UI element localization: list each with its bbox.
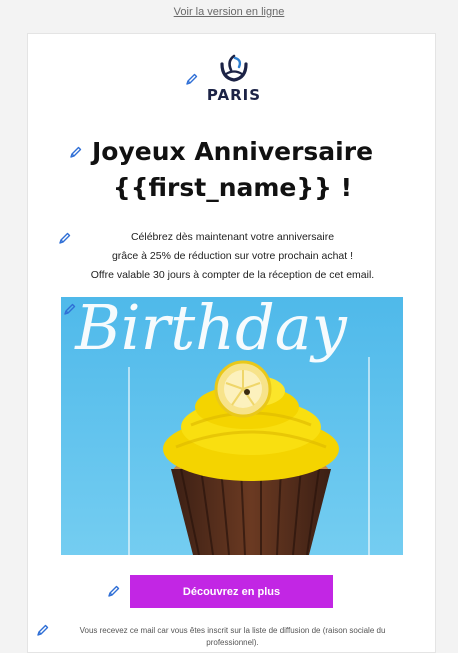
logo-wordmark: PARIS <box>206 86 262 104</box>
headline-line-2: {{first_name}} ! <box>112 173 353 202</box>
footer-disclaimer: Vous recevez ce mail car vous êtes inscr… <box>79 626 386 647</box>
body-line-2: grâce à 25% de réduction sur votre proch… <box>111 250 354 262</box>
headline: Joyeux Anniversaire {{first_name}} ! <box>58 134 407 206</box>
hero-cupcake-image: Birthday <box>61 297 403 555</box>
paris-logo: PARIS <box>204 52 264 104</box>
edit-footer-pencil-icon[interactable] <box>36 623 50 637</box>
paris-boat-logo-icon <box>220 54 248 82</box>
body-line-1: Célébrez dès maintenant votre anniversai… <box>130 231 335 243</box>
email-card: PARIS Joyeux Anniversaire {{first_name}}… <box>27 33 436 653</box>
view-online-link[interactable]: Voir la version en ligne <box>0 6 458 18</box>
discover-more-button[interactable]: Découvrez en plus <box>130 575 333 608</box>
edit-logo-pencil-icon[interactable] <box>185 72 199 86</box>
hero-script-text: Birthday <box>74 297 348 364</box>
body-text: Célébrez dès maintenant votre anniversai… <box>48 228 417 285</box>
body-line-3: Offre valable 30 jours à compter de la r… <box>90 269 375 281</box>
edit-image-pencil-icon[interactable] <box>63 302 77 316</box>
headline-line-1: Joyeux Anniversaire <box>91 137 374 166</box>
edit-button-pencil-icon[interactable] <box>107 584 121 598</box>
